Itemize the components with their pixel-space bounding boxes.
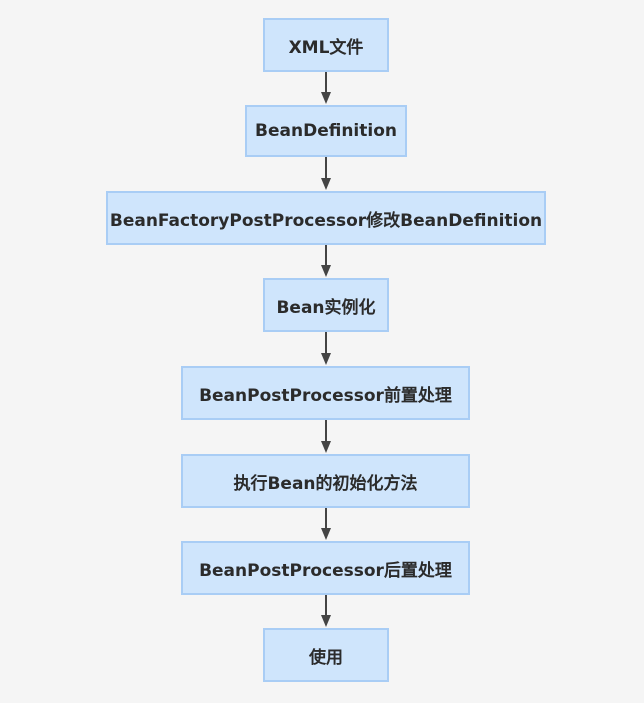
arrow-head xyxy=(321,528,331,540)
node-label: Bean实例化 xyxy=(276,297,376,318)
node-post-processor-before: BeanPostProcessor前置处理 xyxy=(181,366,470,420)
arrow-n6-to-n7 xyxy=(321,595,331,627)
arrow-n3-to-n4 xyxy=(321,332,331,365)
arrow-head xyxy=(321,441,331,453)
node-label: BeanFactoryPostProcessor修改BeanDefinition xyxy=(109,210,543,231)
node-label: 使用 xyxy=(309,647,343,668)
node-bean-instantiation: Bean实例化 xyxy=(263,278,389,332)
node-post-processor-after: BeanPostProcessor后置处理 xyxy=(181,541,470,595)
node-bean-definition: BeanDefinition xyxy=(245,105,407,157)
arrow-head xyxy=(321,353,331,365)
arrow-n5-to-n6 xyxy=(321,508,331,540)
arrow-head xyxy=(321,178,331,190)
node-label: XML文件 xyxy=(288,37,364,58)
arrow-head xyxy=(321,92,331,104)
arrow-n2-to-n3 xyxy=(321,245,331,277)
node-bean-factory-post-processor: BeanFactoryPostProcessor修改BeanDefinition xyxy=(106,191,546,245)
node-xml-file: XML文件 xyxy=(263,18,389,72)
flowchart: XML文件 BeanDefinition BeanFactoryPostProc… xyxy=(0,0,644,703)
arrow-head xyxy=(321,615,331,627)
node-label: BeanPostProcessor后置处理 xyxy=(199,560,452,581)
node-init-method: 执行Bean的初始化方法 xyxy=(181,454,470,508)
node-label: 执行Bean的初始化方法 xyxy=(233,473,418,494)
arrow-n0-to-n1 xyxy=(321,72,331,104)
node-label: BeanDefinition xyxy=(255,121,397,141)
arrow-n4-to-n5 xyxy=(321,420,331,453)
arrow-head xyxy=(321,265,331,277)
arrow-n1-to-n2 xyxy=(321,157,331,190)
node-use: 使用 xyxy=(263,628,389,682)
node-label: BeanPostProcessor前置处理 xyxy=(199,385,452,406)
